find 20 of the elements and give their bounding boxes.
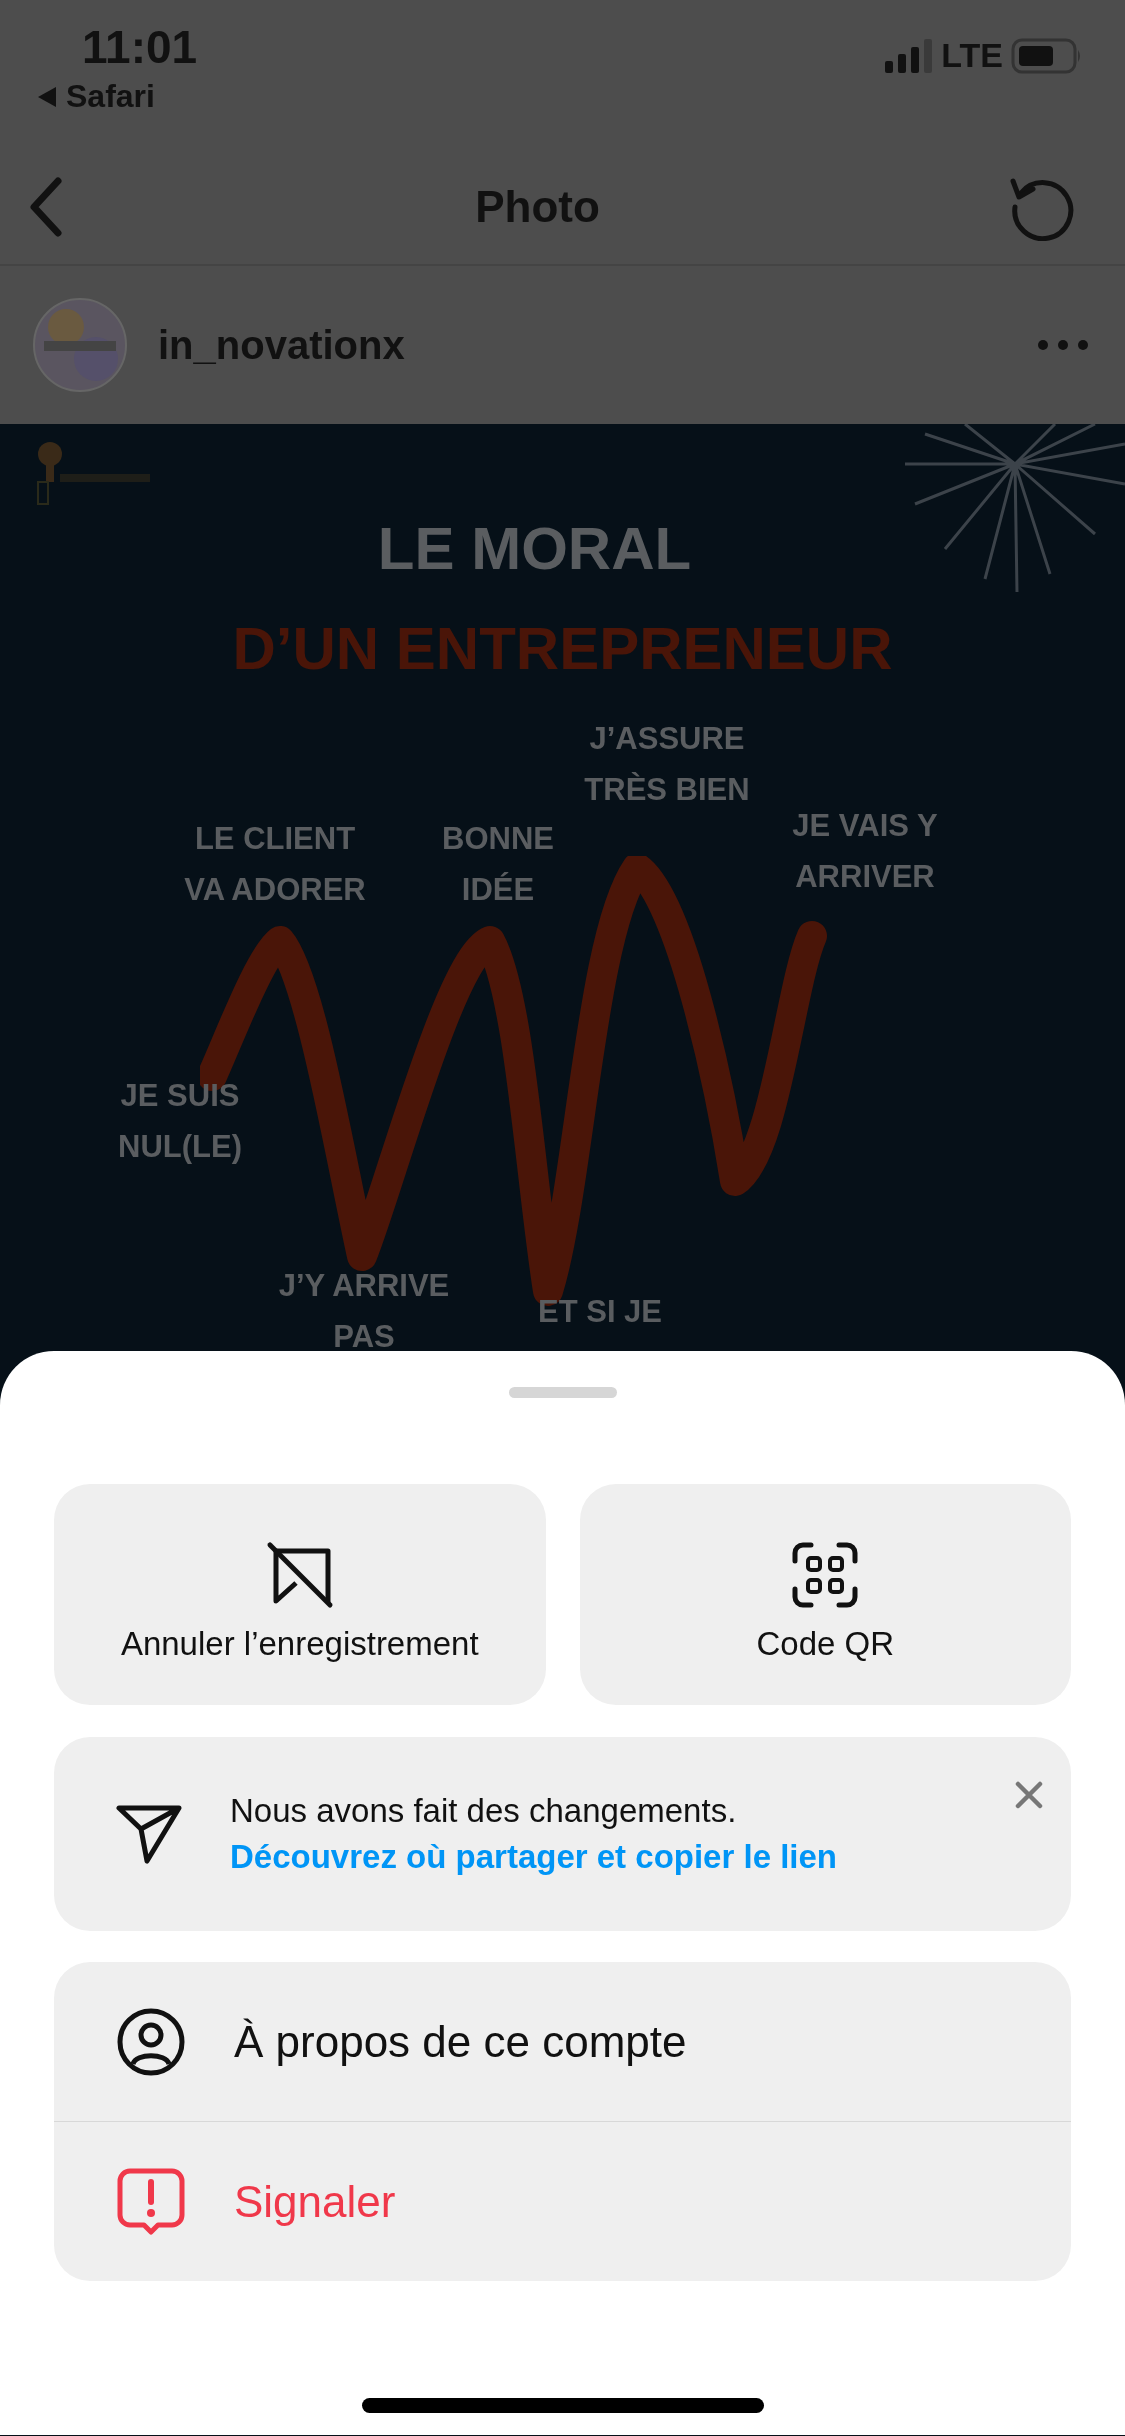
network-label: LTE [941, 36, 1003, 75]
status-time: 11:01 [82, 20, 198, 74]
image-subtitle: D’UN ENTREPRENEUR [231, 614, 894, 683]
notice-text: Nous avons fait des changements. [230, 1792, 738, 1830]
page-title: Photo [475, 182, 600, 232]
notice-link[interactable]: Découvrez où partager et copier le lien [230, 1838, 838, 1876]
image-caption: J’Y ARRIVE PAS [278, 1267, 450, 1356]
action-button[interactable]: Code QR [579, 1484, 1071, 1705]
action-button[interactable]: Annuler l’enregistrement [54, 1484, 546, 1705]
menu-item[interactable]: À propos de ce compte [54, 1962, 1071, 2121]
image-caption: JE SUIS NUL(LE) [118, 1077, 242, 1166]
image-caption: JE VAIS Y ARRIVER [792, 807, 938, 896]
image-caption: LE CLIENT VA ADORER [184, 820, 366, 909]
back-to-app-link[interactable]: Safari [36, 78, 155, 115]
image-caption: ET SI JE [538, 1293, 662, 1331]
image-title: LE MORAL [376, 514, 693, 583]
image-caption: J’ASSURE TRÈS BIEN [584, 720, 750, 809]
menu-item[interactable]: Signaler [54, 2121, 1071, 2281]
image-caption: BONNE IDÉE [442, 820, 554, 909]
username[interactable]: in_novationx [158, 322, 1037, 368]
